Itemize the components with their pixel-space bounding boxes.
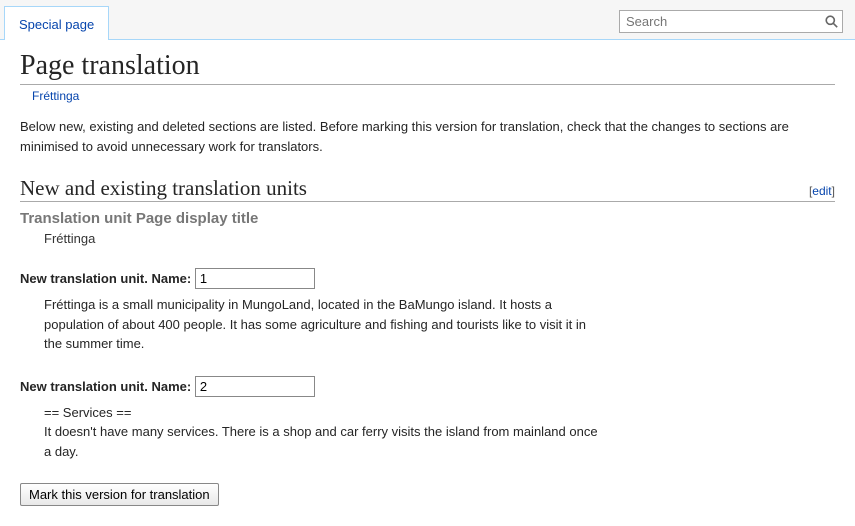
edit-link[interactable]: edit bbox=[812, 184, 831, 198]
unit-content-2: == Services ==It doesn't have many servi… bbox=[44, 403, 604, 462]
page-title: Page translation bbox=[20, 50, 835, 85]
display-title-unit-label: Translation unit Page display title bbox=[20, 210, 835, 227]
page-subtitle-link[interactable]: Fréttinga bbox=[32, 89, 835, 103]
search-box[interactable] bbox=[619, 10, 843, 33]
top-bar: Special page bbox=[0, 0, 855, 40]
search-input[interactable] bbox=[620, 12, 820, 31]
section-header: New and existing translation units [edit… bbox=[20, 176, 835, 202]
display-title-unit-value: Fréttinga bbox=[44, 231, 835, 246]
new-unit-label: New translation unit. Name: bbox=[20, 379, 191, 394]
section-heading: New and existing translation units bbox=[20, 176, 307, 201]
new-unit-row: New translation unit. Name: bbox=[20, 268, 835, 289]
unit-name-input-2[interactable] bbox=[195, 376, 315, 397]
content-area: Page translation Fréttinga Below new, ex… bbox=[0, 40, 855, 526]
edit-section: [edit] bbox=[809, 184, 835, 198]
unit-content-1: Fréttinga is a small municipality in Mun… bbox=[44, 295, 604, 354]
mark-for-translation-button[interactable]: Mark this version for translation bbox=[20, 483, 219, 506]
new-unit-row: New translation unit. Name: bbox=[20, 376, 835, 397]
intro-text: Below new, existing and deleted sections… bbox=[20, 117, 835, 156]
new-unit-label: New translation unit. Name: bbox=[20, 271, 191, 286]
unit-name-input-1[interactable] bbox=[195, 268, 315, 289]
search-icon[interactable] bbox=[820, 15, 842, 28]
tab-special-page[interactable]: Special page bbox=[4, 6, 109, 40]
